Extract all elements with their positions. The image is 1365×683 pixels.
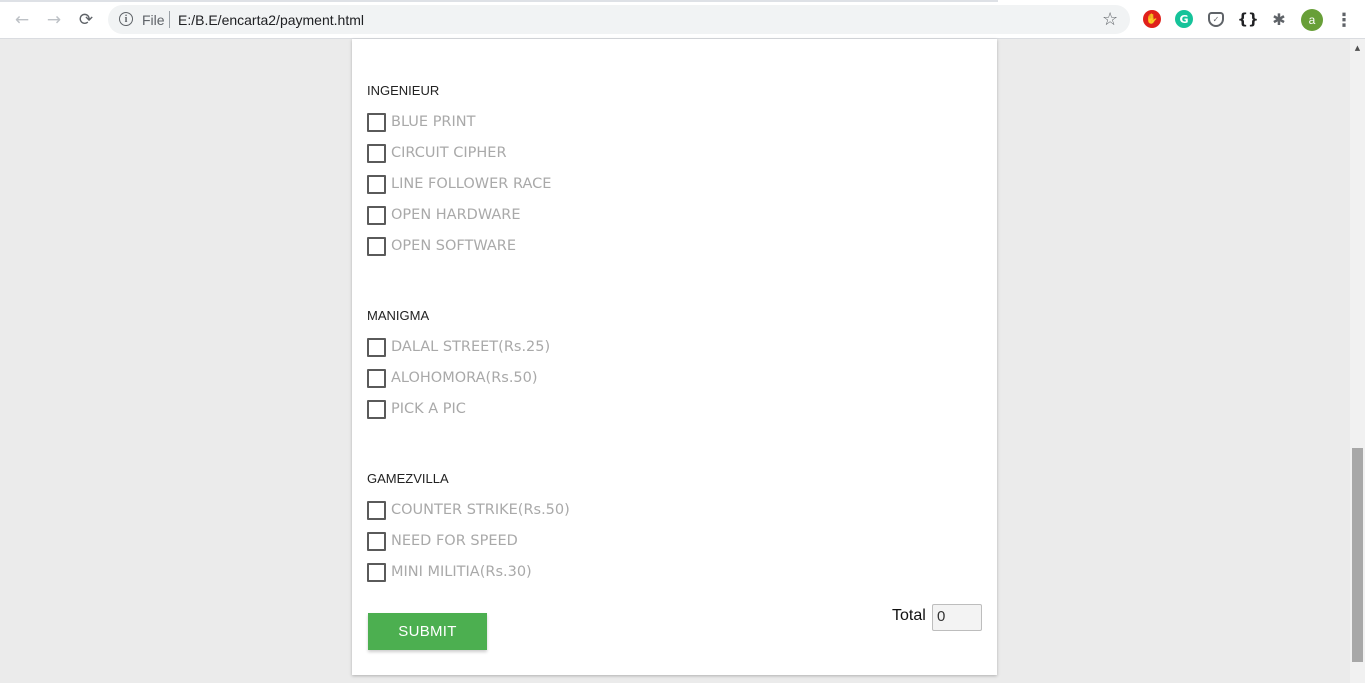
extensions-puzzle-icon[interactable]: ✱ <box>1270 10 1288 29</box>
forward-arrow-icon[interactable]: → <box>42 8 66 32</box>
back-arrow-icon[interactable]: ← <box>10 8 34 32</box>
kebab-menu-icon[interactable]: ⋮ <box>1335 8 1353 32</box>
url-text[interactable]: E:/B.E/encarta2/payment.html <box>178 12 364 28</box>
event-option-label: PICK A PIC <box>391 401 466 417</box>
event-option[interactable]: BLUE PRINT <box>367 111 476 133</box>
tab-strip-edge <box>0 0 998 2</box>
event-option[interactable]: LINE FOLLOWER RACE <box>367 173 551 195</box>
event-option[interactable]: COUNTER STRIKE(Rs.50) <box>367 499 570 521</box>
star-icon[interactable]: ☆ <box>1102 9 1118 30</box>
event-checkbox[interactable] <box>367 337 386 357</box>
event-option-label: LINE FOLLOWER RACE <box>391 176 552 192</box>
event-option-label: OPEN HARDWARE <box>391 207 521 223</box>
address-separator <box>169 11 170 28</box>
browser-toolbar: ← → ⟳ i File E:/B.E/encarta2/payment.htm… <box>0 0 1365 39</box>
event-option[interactable]: MINI MILITIA(Rs.30) <box>367 561 532 583</box>
event-option-label: ALOHOMORA(Rs.50) <box>391 370 538 386</box>
event-option[interactable]: DALAL STREET(Rs.25) <box>367 336 550 358</box>
scroll-up-arrow-icon[interactable]: ▲ <box>1350 39 1365 56</box>
event-option-label: DALAL STREET(Rs.25) <box>391 339 551 355</box>
event-option-label: COUNTER STRIKE(Rs.50) <box>391 502 570 518</box>
event-checkbox[interactable] <box>367 112 386 132</box>
scrollbar-thumb[interactable] <box>1352 448 1363 662</box>
event-option-label: CIRCUIT CIPHER <box>391 145 507 161</box>
event-checkbox[interactable] <box>367 531 386 551</box>
event-option-label: OPEN SOFTWARE <box>391 238 517 254</box>
json-braces-icon[interactable]: {} <box>1237 10 1259 28</box>
reload-icon[interactable]: ⟳ <box>74 8 98 32</box>
info-icon[interactable]: i <box>119 12 133 26</box>
event-checkbox[interactable] <box>367 500 386 520</box>
event-option-label: MINI MILITIA(Rs.30) <box>391 564 532 580</box>
event-option[interactable]: NEED FOR SPEED <box>367 530 518 552</box>
section-title-ingenieur: INGENIEUR <box>367 83 440 98</box>
submit-button[interactable]: SUBMIT <box>368 613 487 650</box>
address-bar[interactable]: i File E:/B.E/encarta2/payment.html ☆ <box>108 5 1130 34</box>
section-title-gamezvilla: GAMEZVILLA <box>367 471 449 486</box>
event-checkbox[interactable] <box>367 562 386 582</box>
pocket-icon[interactable]: ✓ <box>1208 12 1224 27</box>
event-option[interactable]: PICK A PIC <box>367 398 466 420</box>
event-checkbox[interactable] <box>367 236 386 256</box>
event-option[interactable]: CIRCUIT CIPHER <box>367 142 507 164</box>
event-checkbox[interactable] <box>367 205 386 225</box>
event-checkbox[interactable] <box>367 143 386 163</box>
profile-avatar[interactable]: a <box>1301 9 1323 31</box>
event-option-label: BLUE PRINT <box>391 114 476 130</box>
event-checkbox[interactable] <box>367 399 386 419</box>
payment-form-card: INGENIEUR BLUE PRINT CIRCUIT CIPHER LINE… <box>352 39 997 675</box>
event-option[interactable]: ALOHOMORA(Rs.50) <box>367 367 538 389</box>
section-title-manigma: MANIGMA <box>367 308 430 323</box>
event-option-label: NEED FOR SPEED <box>391 533 518 549</box>
total-label: Total <box>892 607 926 624</box>
url-scheme-label: File <box>142 12 165 28</box>
event-option[interactable]: OPEN HARDWARE <box>367 204 521 226</box>
event-checkbox[interactable] <box>367 174 386 194</box>
event-checkbox[interactable] <box>367 368 386 388</box>
total-field[interactable]: 0 <box>932 604 982 631</box>
event-option[interactable]: OPEN SOFTWARE <box>367 235 516 257</box>
adblock-icon[interactable]: ✋ <box>1143 10 1161 28</box>
grammarly-icon[interactable]: G <box>1175 10 1193 28</box>
